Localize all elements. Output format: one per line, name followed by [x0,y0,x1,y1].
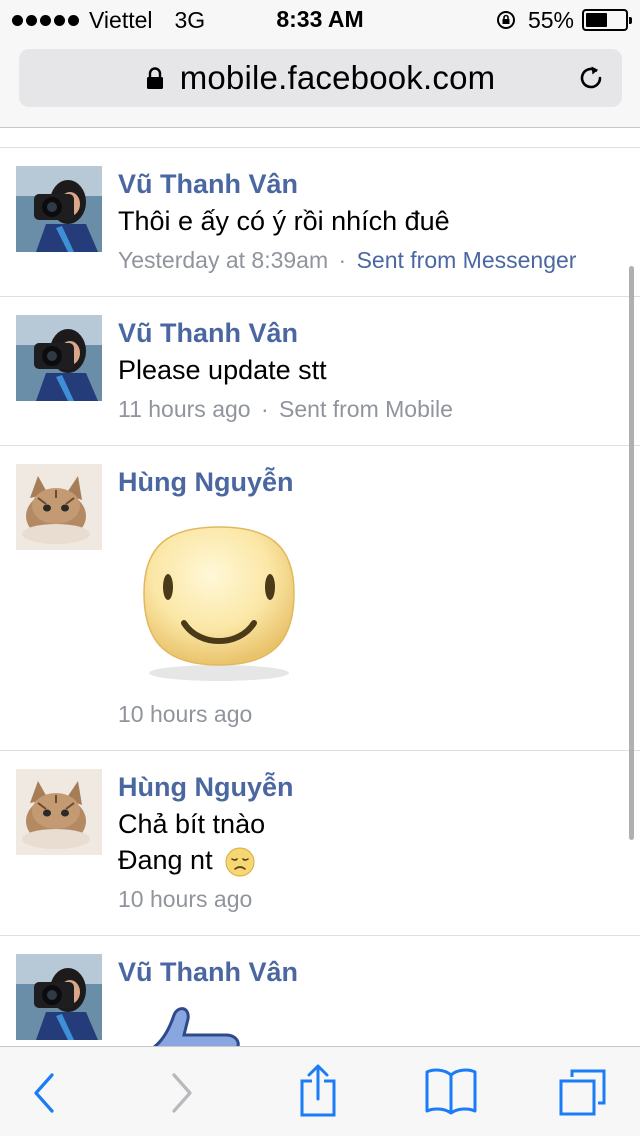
avatar[interactable] [16,166,102,252]
message-author[interactable]: Hùng Nguyễn [118,463,620,501]
big-smiley-sticker[interactable] [124,515,314,685]
avatar[interactable] [16,464,102,550]
browser-toolbar [0,1046,640,1136]
battery-percent: 55% [527,6,574,33]
message-time[interactable]: 10 hours ago [118,701,252,727]
forward-chevron-icon [172,1073,192,1113]
message-meta: 10 hours ago [118,880,620,918]
message-item: Vũ Thanh Vân Please update stt 11 hours … [0,297,640,446]
url-text: mobile.facebook.com [179,59,496,96]
message-author[interactable]: Vũ Thanh Vân [118,314,620,352]
address-bar: mobile.facebook.com [0,40,640,128]
message-meta: Yesterday at 8:39am · Sent from Messenge… [118,241,620,279]
message-text: Đang nt [118,845,213,875]
avatar[interactable] [16,769,102,855]
thread-top-divider [0,128,640,148]
avatar[interactable] [16,954,102,1040]
rotation-lock-icon [496,11,515,29]
message-text: Please update stt [118,355,327,385]
message-meta: 10 hours ago [118,695,620,733]
lock-icon [146,67,163,89]
message-time[interactable]: 11 hours ago [118,396,251,422]
message-author[interactable]: Hùng Nguyễn [118,768,620,806]
tabs-icon [559,1069,606,1116]
message-text-line: Đang nt [118,842,620,878]
message-text: Chả bít tnào [118,809,266,839]
message-item: Vũ Thanh Vân Thôi e ấy có ý rồi nhích đu… [0,148,640,297]
share-button[interactable] [298,1063,338,1117]
message-text: Thôi e ấy có ý rồi nhích đuê [118,206,450,236]
bookmarks-button[interactable] [424,1067,478,1115]
share-icon [300,1064,336,1117]
forward-button[interactable] [170,1071,196,1115]
avatar-camera-woman-icon [16,315,102,401]
status-bar: Viettel 3G 8:33 AM 55% [0,0,640,40]
message-author[interactable]: Vũ Thanh Vân [118,165,620,203]
battery-icon [582,9,632,31]
meta-separator: · [338,247,347,273]
status-right: 55% [496,6,632,33]
back-button[interactable] [30,1071,56,1115]
message-item: Vũ Thanh Vân [0,936,640,1046]
avatar[interactable] [16,315,102,401]
meta-separator: · [260,396,269,422]
message-meta: 11 hours ago · Sent from Mobile [118,390,620,428]
avatar-camera-woman-icon [16,954,102,1040]
message-author[interactable]: Vũ Thanh Vân [118,953,620,991]
bookmarks-icon [425,1068,477,1115]
tabs-button[interactable] [558,1067,608,1116]
message-item: Hùng Nguyễn 10 hours ago [0,446,640,751]
disappointed-face-icon [225,847,255,877]
back-chevron-icon [34,1073,54,1113]
thumbs-up-sticker[interactable] [118,1003,248,1046]
message-item: Hùng Nguyễn Chả bít tnào Đang nt 10 hour… [0,751,640,936]
avatar-kitten-icon [16,464,102,550]
message-thread[interactable]: Vũ Thanh Vân Thôi e ấy có ý rồi nhích đu… [0,128,640,1046]
message-time[interactable]: 10 hours ago [118,886,252,912]
message-source: Sent from Mobile [279,396,453,422]
message-time[interactable]: Yesterday at 8:39am [118,247,328,273]
message-source[interactable]: Sent from Messenger [357,247,577,273]
url-field[interactable]: mobile.facebook.com [19,49,622,107]
avatar-kitten-icon [16,769,102,855]
scrollbar[interactable] [629,266,634,840]
avatar-camera-woman-icon [16,166,102,252]
reload-icon[interactable] [576,63,606,93]
